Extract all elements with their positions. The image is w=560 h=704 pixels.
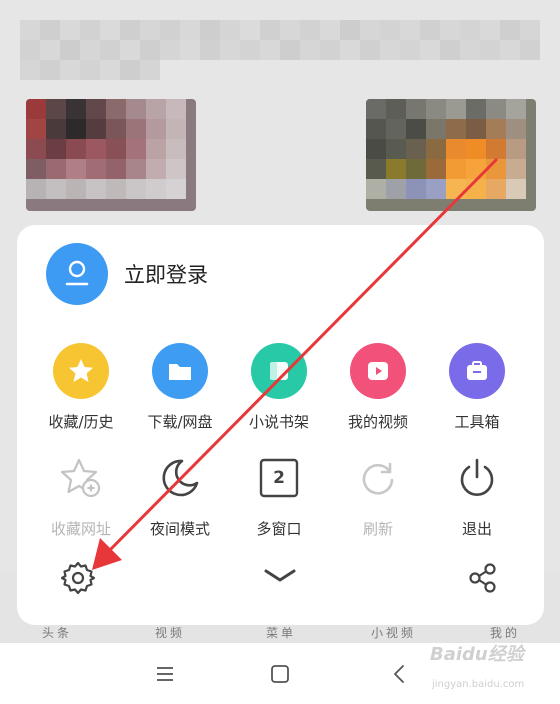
- back-button[interactable]: [386, 661, 412, 687]
- bg-tab-short-video: 小视频: [371, 626, 417, 640]
- login-label: 立即登录: [124, 263, 208, 287]
- avatar: [46, 243, 108, 305]
- login-entry[interactable]: 立即登录: [46, 243, 208, 305]
- toolbox-icon-bg: [449, 343, 505, 399]
- home-button[interactable]: [267, 661, 293, 687]
- menu-item-label: 收藏网址: [50, 520, 111, 538]
- chevron-left-icon: [394, 665, 404, 683]
- menu-item-label: 退出: [461, 520, 492, 538]
- night-mode-icon-wrap: [152, 450, 208, 506]
- menu-item-favorites-history[interactable]: 收藏/历史: [31, 343, 131, 432]
- download-icon-bg: [152, 343, 208, 399]
- moon-icon: [162, 459, 199, 497]
- star-add-icon: [60, 458, 101, 498]
- menu-item-bookmark-url[interactable]: 收藏网址: [31, 450, 131, 539]
- menu-item-download-netdisk[interactable]: 下载/网盘: [130, 343, 230, 432]
- menu-item-label: 夜间模式: [149, 520, 210, 538]
- toolbox-icon: [467, 361, 487, 380]
- bg-tab-mine: 我的: [490, 626, 521, 640]
- blurred-headline-3: [20, 60, 160, 80]
- baidu-watermark-url: jingyan.baidu.com: [432, 679, 525, 690]
- bg-tab-headlines: 头条: [42, 626, 73, 640]
- menu-item-night-mode[interactable]: 夜间模式: [130, 450, 230, 539]
- menu-item-label: 工具箱: [454, 413, 500, 431]
- blurred-headline: [20, 20, 540, 40]
- favorites-icon-bg: [53, 343, 109, 399]
- multi-window-icon-wrap: 2: [251, 450, 307, 506]
- collapse-menu-button[interactable]: [260, 561, 300, 591]
- menu-item-multi-window[interactable]: 2 多窗口: [229, 450, 329, 539]
- refresh-icon-wrap: [350, 450, 406, 506]
- bg-tab-video: 视频: [155, 626, 186, 640]
- book-icon: [270, 362, 288, 380]
- menu-item-exit[interactable]: 退出: [427, 450, 527, 539]
- star-icon: [69, 359, 93, 382]
- menu-item-label: 多窗口: [256, 520, 302, 538]
- user-icon: [65, 260, 89, 286]
- menu-item-novel-shelf[interactable]: 小说书架: [229, 343, 329, 432]
- refresh-icon: [362, 462, 394, 495]
- novel-icon-bg: [251, 343, 307, 399]
- chevron-down-icon: [264, 569, 296, 582]
- browser-menu-sheet: 立即登录 收藏/历史 下载/网盘 小说书架 我的视频 工具箱 收藏网址 夜间模式…: [17, 225, 544, 625]
- settings-button[interactable]: [58, 558, 98, 598]
- window-count: 2: [273, 468, 285, 488]
- menu-item-label: 收藏/历史: [48, 413, 114, 431]
- bg-tab-menu: 菜单: [266, 626, 297, 640]
- bookmark-url-icon-wrap: [53, 450, 109, 506]
- menu-item-label: 下载/网盘: [147, 413, 213, 431]
- menu-item-my-videos[interactable]: 我的视频: [328, 343, 428, 432]
- video-icon-bg: [350, 343, 406, 399]
- blurred-thumbnail-right: [366, 99, 536, 211]
- menu-lines-icon: [157, 667, 173, 681]
- play-icon: [368, 362, 388, 380]
- share-icon: [469, 563, 496, 593]
- baidu-watermark: Baidu经验: [430, 644, 524, 665]
- square-home-icon: [271, 665, 289, 683]
- blurred-thumbnail-left: [26, 99, 196, 211]
- gear-icon: [60, 561, 96, 595]
- share-button[interactable]: [463, 558, 503, 598]
- recent-apps-button[interactable]: [152, 661, 178, 687]
- power-icon: [460, 458, 494, 496]
- menu-item-label: 刷新: [362, 520, 393, 538]
- menu-item-label: 我的视频: [347, 413, 408, 431]
- exit-icon-wrap: [449, 450, 505, 506]
- menu-item-refresh[interactable]: 刷新: [328, 450, 428, 539]
- blurred-headline-2: [20, 40, 540, 60]
- menu-item-toolbox[interactable]: 工具箱: [427, 343, 527, 432]
- menu-item-label: 小说书架: [248, 413, 309, 431]
- folder-icon: [169, 364, 191, 380]
